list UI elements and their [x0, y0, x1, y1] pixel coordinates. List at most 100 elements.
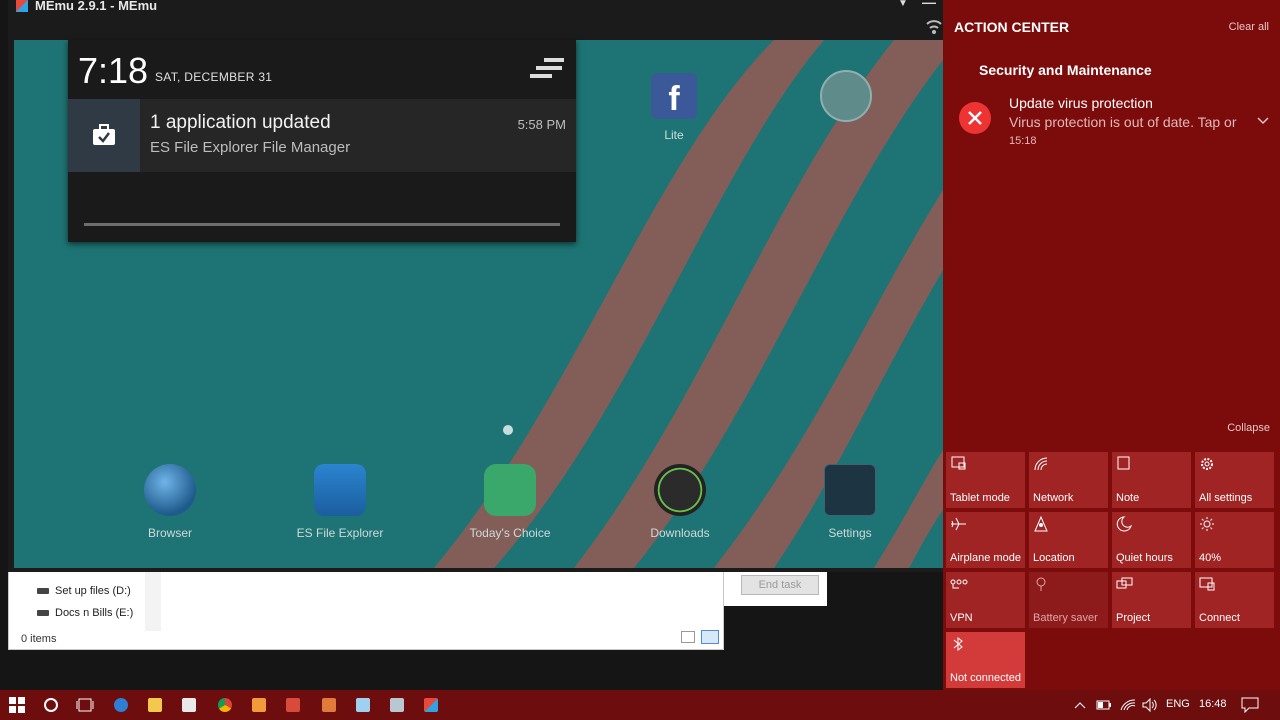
app-icon [356, 698, 370, 712]
chrome-icon [218, 698, 232, 712]
end-task-button[interactable]: End task [741, 575, 819, 595]
tile-label: Network [1033, 492, 1074, 504]
cortana-circle-icon [44, 698, 58, 712]
collapse-link[interactable]: Collapse [1227, 422, 1270, 434]
shade-handle[interactable] [84, 223, 560, 226]
large-icons-view-icon[interactable] [701, 630, 719, 644]
error-icon [959, 102, 991, 134]
moon-icon [1116, 516, 1132, 532]
file-explorer-window: Set up files (D:) Docs n Bills (E:) 0 it… [8, 570, 724, 650]
explorer-scrollbar[interactable] [145, 571, 161, 631]
tile-quiet-hours[interactable]: Quiet hours [1112, 512, 1191, 568]
drive-label: Docs n Bills (E:) [55, 607, 134, 619]
wifi-icon [926, 20, 942, 34]
notification-card[interactable]: 1 application updated ES File Explorer F… [68, 99, 576, 172]
tile-airplane-mode[interactable]: Airplane mode [946, 512, 1025, 568]
tile-bluetooth[interactable]: Not connected [946, 632, 1025, 688]
app-icon [252, 698, 266, 712]
app-button-2[interactable] [276, 690, 310, 720]
action-center-icon[interactable] [1241, 697, 1259, 713]
tile-label: Location [1033, 552, 1075, 564]
notification-shade: 7:18 SAT, DECEMBER 31 1 application upda… [68, 40, 576, 242]
tile-location[interactable]: Location [1029, 512, 1108, 568]
ac-notification-title[interactable]: Update virus protection [1009, 95, 1153, 111]
notification-time: 5:58 PM [517, 117, 566, 132]
dock-es-file-explorer[interactable]: ES File Explorer [280, 464, 400, 540]
app-button-5[interactable] [380, 690, 414, 720]
dock-browser[interactable]: Browser [110, 464, 230, 540]
app-button-1[interactable] [242, 690, 276, 720]
battery-icon[interactable] [1096, 699, 1112, 711]
drive-item-d[interactable]: Set up files (D:) [37, 585, 131, 597]
briefcase-check-icon [93, 124, 115, 145]
tile-connect[interactable]: Connect [1195, 572, 1274, 628]
memu-title: MEmu 2.9.1 - MEmu [35, 0, 158, 13]
details-view-icon[interactable] [681, 631, 695, 643]
brightness-icon [1200, 517, 1214, 531]
dock-label: ES File Explorer [296, 526, 384, 540]
dock-label: Today's Choice [469, 526, 551, 540]
app-icon [390, 698, 404, 712]
tile-brightness[interactable]: 40% [1195, 512, 1274, 568]
tile-all-settings[interactable]: All settings [1195, 452, 1274, 508]
dock-settings[interactable]: Settings [790, 464, 910, 540]
tile-label: Not connected [950, 672, 1021, 684]
file-explorer-button[interactable] [138, 690, 172, 720]
shade-time: 7:18 [78, 50, 149, 91]
explorer-status: 0 items [21, 633, 57, 645]
tile-vpn[interactable]: VPN [946, 572, 1025, 628]
quick-settings-icon[interactable] [530, 56, 564, 82]
chrome-button[interactable] [208, 690, 242, 720]
app-button-4[interactable] [346, 690, 380, 720]
app-button-3[interactable] [312, 690, 346, 720]
tile-label: Project [1116, 612, 1151, 624]
tile-network[interactable]: Network [1029, 452, 1108, 508]
chevron-down-icon[interactable] [1256, 114, 1270, 128]
facebook-lite-icon[interactable]: f [651, 73, 697, 119]
language-indicator[interactable]: ENG [1166, 698, 1190, 710]
tile-label: VPN [950, 612, 973, 624]
chevron-up-icon[interactable] [1074, 700, 1086, 710]
memu-titlebar: MEmu 2.9.1 - MEmu ▼ — [8, 0, 943, 14]
store-button[interactable] [172, 690, 206, 720]
drive-item-e[interactable]: Docs n Bills (E:) [37, 607, 133, 619]
minimize-icon[interactable]: — [922, 0, 936, 10]
dropdown-icon[interactable]: ▼ [898, 0, 908, 9]
tile-battery-saver[interactable]: Battery saver [1029, 572, 1108, 628]
volume-icon[interactable] [1142, 698, 1158, 712]
memu-icon [424, 698, 438, 712]
location-icon [1034, 516, 1048, 532]
dock-label: Browser [147, 526, 192, 540]
clear-all-link[interactable]: Clear all [1229, 21, 1269, 33]
cortana-button[interactable] [34, 690, 68, 720]
tile-project[interactable]: Project [1112, 572, 1191, 628]
action-center-title: ACTION CENTER [954, 19, 1070, 35]
tile-note[interactable]: Note [1112, 452, 1191, 508]
store-icon [182, 698, 196, 712]
windows-icon [9, 697, 25, 713]
sliders-icon [824, 464, 876, 516]
taskbar-clock[interactable]: 16:48 [1199, 698, 1227, 710]
task-view-button[interactable] [68, 690, 102, 720]
app-icon [322, 698, 336, 712]
gear-icon [1201, 458, 1213, 470]
notification-icon-box [68, 99, 140, 172]
memu-taskbar-button[interactable] [414, 690, 448, 720]
project-icon [1116, 577, 1133, 589]
dock-label: Settings [828, 526, 872, 540]
dock-todays-choice[interactable]: Today's Choice [450, 464, 570, 540]
es-file-explorer-icon [314, 464, 366, 516]
network-icon [1034, 457, 1048, 471]
google-folder-icon[interactable] [820, 70, 872, 122]
dock-downloads[interactable]: Downloads [620, 464, 740, 540]
tile-label: Quiet hours [1116, 552, 1173, 564]
edge-button[interactable] [104, 690, 138, 720]
edge-icon [114, 698, 128, 712]
drive-icon [37, 610, 49, 616]
tile-tablet-mode[interactable]: Tablet mode [946, 452, 1025, 508]
dock-label: Downloads [650, 526, 710, 540]
start-button[interactable] [0, 690, 34, 720]
notification-title: 1 application updated [150, 112, 331, 133]
connect-icon [1199, 577, 1215, 591]
wifi-icon[interactable] [1120, 698, 1136, 712]
